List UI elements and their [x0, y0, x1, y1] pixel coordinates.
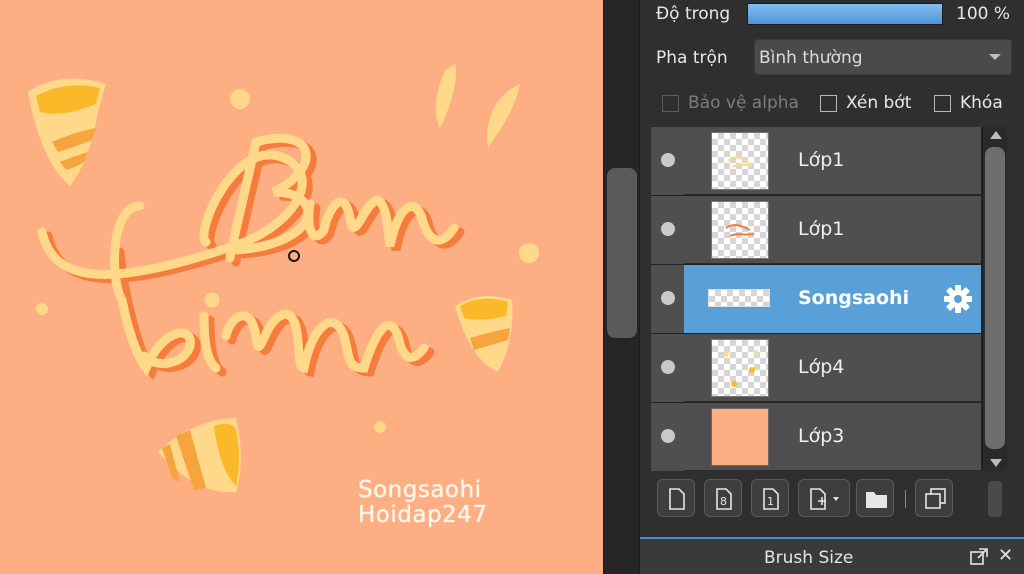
brush-size-panel-header: Brush Size ✕ — [640, 537, 1024, 574]
visibility-toggle-icon[interactable] — [651, 334, 684, 402]
lettering-main — [37, 133, 459, 377]
clipping-checkbox[interactable]: Xén bớt — [820, 93, 911, 113]
layer-body[interactable]: Lớp3 — [684, 403, 981, 471]
duplicate-icon — [925, 488, 946, 509]
lock-label: Khóa — [960, 93, 1003, 113]
layer-toolbar: 8 1 — [651, 476, 996, 520]
new-layer-8bit-icon: 8 — [716, 488, 732, 510]
layer-name: Lớp1 — [798, 149, 845, 171]
layer-thumbnail — [711, 339, 769, 397]
visibility-toggle-icon[interactable] — [651, 403, 684, 471]
layer-name: Lớp3 — [798, 425, 845, 447]
layer-row-selected[interactable]: Songsaohi — [651, 265, 981, 333]
new-8bit-layer-button[interactable]: 8 — [704, 479, 742, 517]
layer-body[interactable]: Songsaohi — [684, 265, 981, 333]
opacity-label: Độ trong — [656, 4, 731, 24]
toolbar-divider — [905, 490, 906, 508]
layer-name: Lớp4 — [798, 356, 845, 378]
clipping-label: Xén bớt — [846, 93, 912, 113]
checkbox-box — [934, 94, 951, 112]
layer-name: Lớp1 — [798, 218, 845, 240]
layer-list-scrollbar-thumb[interactable] — [985, 147, 1005, 449]
layer-name: Songsaohi — [798, 287, 910, 309]
svg-text:8: 8 — [720, 495, 727, 508]
svg-text:1: 1 — [767, 495, 774, 508]
close-icon[interactable]: ✕ — [998, 545, 1013, 566]
popout-icon[interactable] — [970, 548, 988, 566]
new-layer-icon — [669, 488, 685, 510]
lock-checkbox[interactable]: Khóa — [934, 93, 1003, 113]
layer-list: Lớp1 Lớp1 Songsaohi Lớp4 Lớp3 — [651, 127, 983, 471]
visibility-toggle-icon[interactable] — [651, 196, 684, 264]
brush-cursor-icon — [288, 250, 300, 262]
opacity-slider-fill — [748, 4, 942, 24]
cone-right — [455, 296, 513, 372]
layer-body[interactable]: Lớp4 — [684, 334, 981, 402]
opacity-value: 100 % — [956, 4, 1011, 24]
layer-list-scrollbar[interactable] — [983, 127, 1007, 471]
scroll-down-icon[interactable] — [990, 459, 1002, 467]
add-layer-dropdown-icon — [810, 488, 839, 510]
brush-size-title: Brush Size — [764, 548, 854, 568]
blend-mode-select[interactable]: Bình thường — [754, 39, 1012, 75]
layer-thumbnail — [711, 408, 769, 466]
scroll-up-icon[interactable] — [990, 131, 1002, 139]
protect-alpha-label: Bảo vệ alpha — [688, 93, 799, 113]
protect-alpha-checkbox[interactable]: Bảo vệ alpha — [662, 93, 799, 113]
blend-mode-value: Bình thường — [759, 48, 863, 68]
app-window: Songsaohi Hoidap247 Độ trong 100 % Pha t… — [0, 0, 1024, 574]
watermark-line-2: Hoidap247 — [358, 502, 488, 528]
layer-row[interactable]: Lớp1 — [651, 196, 981, 264]
layer-body[interactable]: Lớp1 — [684, 127, 981, 195]
visibility-toggle-icon[interactable] — [651, 265, 684, 333]
opacity-slider[interactable] — [747, 3, 943, 25]
gear-icon[interactable] — [942, 283, 974, 315]
canvas-scrollbar-thumb[interactable] — [607, 168, 637, 338]
layer-row[interactable]: Lớp1 — [651, 127, 981, 195]
layer-thumbnail — [708, 289, 770, 307]
layer-thumbnail — [711, 201, 769, 259]
layer-thumbnail — [711, 132, 769, 190]
new-1bit-layer-button[interactable]: 1 — [751, 479, 789, 517]
checkbox-box — [820, 94, 837, 112]
drawing-canvas[interactable]: Songsaohi Hoidap247 — [0, 0, 603, 574]
watermark-line-1: Songsaohi — [358, 477, 482, 503]
canvas-scrollbar[interactable] — [603, 0, 639, 574]
visibility-toggle-icon[interactable] — [651, 127, 684, 195]
toolbar-scrollbar[interactable] — [988, 481, 1002, 517]
layer-body[interactable]: Lớp1 — [684, 196, 981, 264]
chevron-down-icon — [989, 54, 1001, 60]
layer-panel: Độ trong 100 % Pha trộn Bình thường Bảo … — [639, 0, 1024, 574]
add-layer-dropdown-button[interactable] — [798, 479, 850, 517]
layer-row[interactable]: Lớp3 — [651, 403, 981, 471]
canvas-artwork — [28, 64, 539, 493]
blend-mode-label: Pha trộn — [656, 48, 728, 68]
checkbox-box — [662, 94, 679, 112]
layer-row[interactable]: Lớp4 — [651, 334, 981, 402]
new-layer-1bit-icon: 1 — [763, 488, 779, 510]
cone-top-left — [28, 78, 106, 186]
folder-icon — [866, 492, 887, 508]
cone-bottom — [158, 418, 241, 493]
new-layer-button[interactable] — [657, 479, 695, 517]
new-folder-button[interactable] — [856, 479, 894, 517]
duplicate-layer-button[interactable] — [915, 479, 953, 517]
